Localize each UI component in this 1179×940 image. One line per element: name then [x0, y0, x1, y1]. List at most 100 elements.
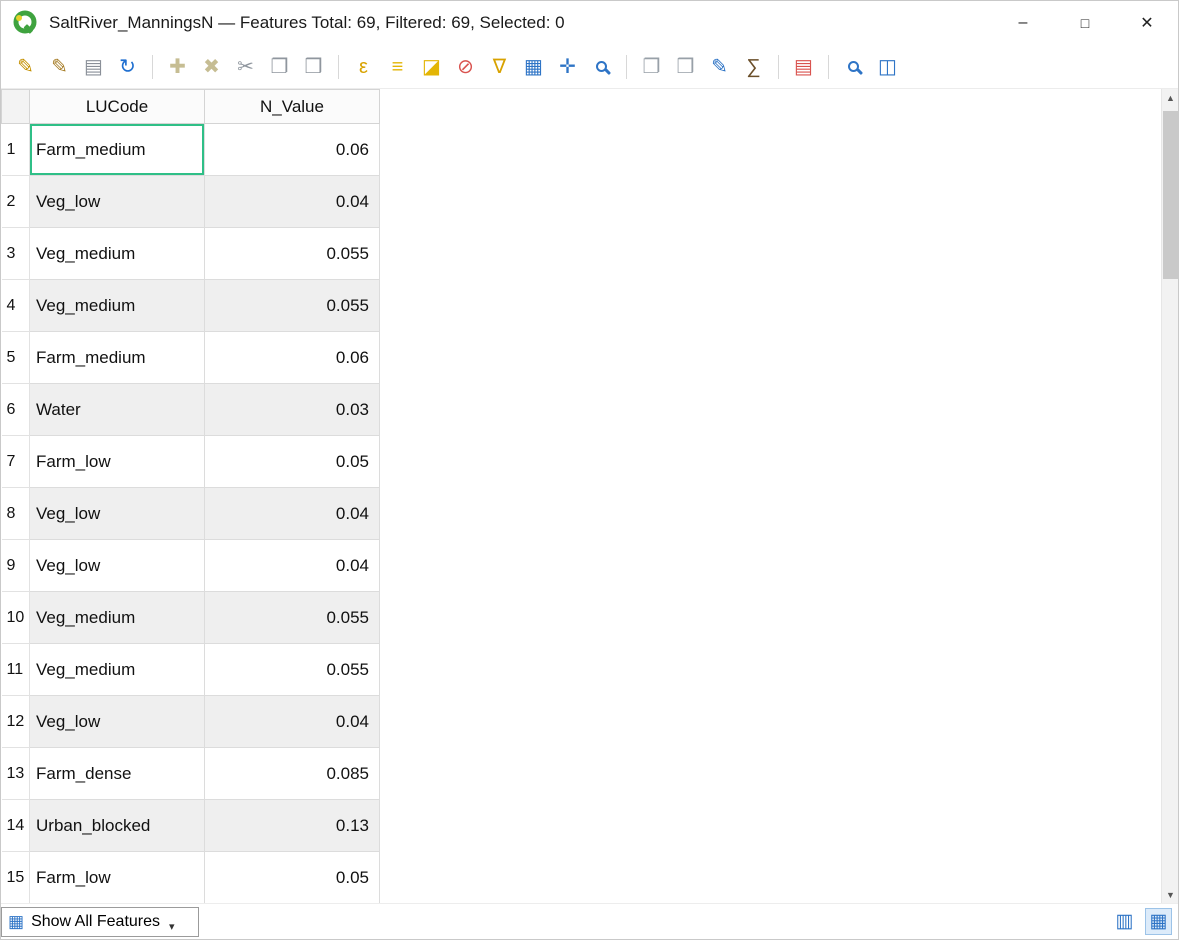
cell-lucode[interactable]: Veg_low: [30, 176, 205, 228]
cell-lucode[interactable]: Veg_medium: [30, 280, 205, 332]
cut-features-button[interactable]: ✂: [231, 52, 260, 81]
cell-lucode[interactable]: Veg_medium: [30, 644, 205, 696]
cell-lucode[interactable]: Farm_low: [30, 852, 205, 904]
row-number[interactable]: 14: [2, 800, 30, 852]
edit-attributes-button[interactable]: ✎: [705, 52, 734, 81]
table-row: 13Farm_dense0.085: [2, 748, 380, 800]
cell-lucode[interactable]: Farm_dense: [30, 748, 205, 800]
cell-lucode[interactable]: Urban_blocked: [30, 800, 205, 852]
magnifier-icon: [848, 61, 859, 72]
paste-features-button[interactable]: ❒: [299, 52, 328, 81]
cell-nvalue[interactable]: 0.085: [205, 748, 380, 800]
row-number[interactable]: 10: [2, 592, 30, 644]
select-all-button[interactable]: ≡: [383, 52, 412, 81]
row-number[interactable]: 9: [2, 540, 30, 592]
field-calculator-button[interactable]: ∑: [739, 52, 768, 81]
table-view-button[interactable]: ▦: [1145, 908, 1172, 935]
cell-lucode[interactable]: Veg_low: [30, 696, 205, 748]
cell-nvalue[interactable]: 0.05: [205, 852, 380, 904]
attribute-table: LUCode N_Value 1Farm_medium0.06 2Veg_low…: [1, 89, 1161, 903]
cell-nvalue[interactable]: 0.055: [205, 644, 380, 696]
view-toggle-group: ▥ ▦: [1111, 908, 1172, 935]
row-number[interactable]: 6: [2, 384, 30, 436]
corner-header[interactable]: [2, 90, 30, 124]
qgis-logo-icon: [13, 10, 39, 36]
copy-cells-button[interactable]: ❐: [637, 52, 666, 81]
cell-nvalue[interactable]: 0.04: [205, 488, 380, 540]
maximize-button[interactable]: □: [1054, 1, 1116, 45]
window-title: SaltRiver_ManningsN — Features Total: 69…: [49, 13, 992, 33]
conditional-formatting-icon: ▤: [794, 57, 813, 77]
cell-nvalue[interactable]: 0.04: [205, 176, 380, 228]
cell-nvalue[interactable]: 0.03: [205, 384, 380, 436]
row-number[interactable]: 8: [2, 488, 30, 540]
row-number[interactable]: 7: [2, 436, 30, 488]
cell-nvalue[interactable]: 0.06: [205, 124, 380, 176]
scrollbar-thumb[interactable]: [1163, 111, 1178, 279]
attribute-table-window: SaltRiver_ManningsN — Features Total: 69…: [0, 0, 1179, 940]
conditional-formatting-button[interactable]: ▤: [789, 52, 818, 81]
minimize-button[interactable]: –: [992, 1, 1054, 45]
move-selection-to-top-button[interactable]: ▦: [519, 52, 548, 81]
paste-cells-button[interactable]: ❒: [671, 52, 700, 81]
row-number[interactable]: 13: [2, 748, 30, 800]
cell-lucode-selected[interactable]: Farm_medium: [30, 124, 205, 176]
cell-nvalue[interactable]: 0.05: [205, 436, 380, 488]
delete-selected-features-button[interactable]: ✖: [197, 52, 226, 81]
table-row: 14Urban_blocked0.13: [2, 800, 380, 852]
dock-attribute-table-button[interactable]: ◫: [873, 52, 902, 81]
invert-selection-button[interactable]: ◪: [417, 52, 446, 81]
toolbar-separator: [338, 55, 339, 79]
toggle-editing-button[interactable]: ✎: [11, 52, 40, 81]
deselect-all-button[interactable]: ⊘: [451, 52, 480, 81]
zoom-to-selection-button[interactable]: [587, 52, 616, 81]
row-number[interactable]: 5: [2, 332, 30, 384]
feature-filter-dropdown[interactable]: ▦ Show All Features ▾: [1, 907, 199, 937]
table-row: 3Veg_medium0.055: [2, 228, 380, 280]
cell-lucode[interactable]: Veg_medium: [30, 592, 205, 644]
form-view-button[interactable]: ▥: [1111, 908, 1138, 935]
save-edits-button[interactable]: ▤: [79, 52, 108, 81]
row-number[interactable]: 1: [2, 124, 30, 176]
cell-nvalue[interactable]: 0.055: [205, 280, 380, 332]
scroll-up-arrow-icon[interactable]: ▲: [1162, 89, 1178, 106]
cell-nvalue[interactable]: 0.13: [205, 800, 380, 852]
funnel-icon: ∇: [493, 57, 506, 77]
copy-features-button[interactable]: ❐: [265, 52, 294, 81]
row-number[interactable]: 15: [2, 852, 30, 904]
floppy-icon: ▤: [84, 57, 103, 77]
row-number[interactable]: 3: [2, 228, 30, 280]
select-all-icon: ≡: [392, 57, 404, 77]
paste-icon: ❒: [305, 57, 323, 77]
column-header-lucode[interactable]: LUCode: [30, 90, 205, 124]
add-feature-button[interactable]: ✚: [163, 52, 192, 81]
close-button[interactable]: ✕: [1116, 1, 1178, 45]
row-number[interactable]: 11: [2, 644, 30, 696]
cell-nvalue[interactable]: 0.04: [205, 696, 380, 748]
table-view-icon: ▦: [1150, 910, 1168, 933]
reload-table-button[interactable]: ↻: [113, 52, 142, 81]
cell-nvalue[interactable]: 0.06: [205, 332, 380, 384]
pan-to-selection-button[interactable]: ✛: [553, 52, 582, 81]
cell-lucode[interactable]: Water: [30, 384, 205, 436]
cell-lucode[interactable]: Veg_low: [30, 540, 205, 592]
search-features-button[interactable]: [839, 52, 868, 81]
scroll-down-arrow-icon[interactable]: ▼: [1162, 886, 1178, 903]
multiedit-mode-button[interactable]: ✎: [45, 52, 74, 81]
cell-nvalue[interactable]: 0.055: [205, 592, 380, 644]
select-by-expression-button[interactable]: ε: [349, 52, 378, 81]
cell-lucode[interactable]: Farm_medium: [30, 332, 205, 384]
cell-lucode[interactable]: Farm_low: [30, 436, 205, 488]
cell-nvalue[interactable]: 0.055: [205, 228, 380, 280]
epsilon-icon: ε: [359, 57, 368, 77]
attribute-table-toolbar: ✎ ✎ ▤ ↻ ✚ ✖ ✂ ❐ ❒ ε ≡ ◪ ⊘ ∇ ▦ ✛ ❐ ❒ ✎ ∑ …: [1, 45, 1178, 89]
cell-lucode[interactable]: Veg_low: [30, 488, 205, 540]
filter-features-button[interactable]: ∇: [485, 52, 514, 81]
row-number[interactable]: 2: [2, 176, 30, 228]
vertical-scrollbar[interactable]: ▲ ▼: [1161, 89, 1178, 903]
row-number[interactable]: 12: [2, 696, 30, 748]
cell-nvalue[interactable]: 0.04: [205, 540, 380, 592]
row-number[interactable]: 4: [2, 280, 30, 332]
column-header-nvalue[interactable]: N_Value: [205, 90, 380, 124]
cell-lucode[interactable]: Veg_medium: [30, 228, 205, 280]
